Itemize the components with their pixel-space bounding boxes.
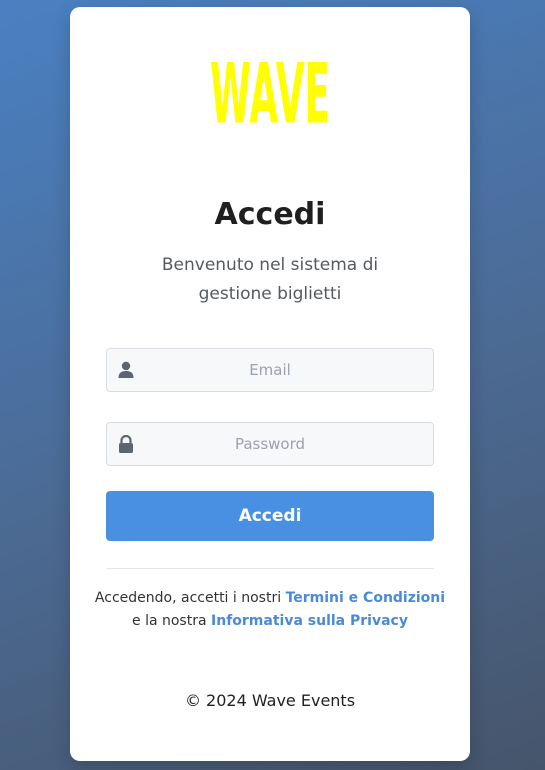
copyright-footer: © 2024 Wave Events	[184, 691, 356, 710]
wave-logo: WAVE	[210, 48, 330, 129]
terms-middle: e la nostra	[132, 613, 212, 629]
page-title: Accedi	[214, 197, 326, 232]
page-subtitle: Benvenuto nel sistema di gestione biglie…	[161, 255, 379, 304]
email-field	[106, 348, 434, 392]
divider	[106, 568, 434, 569]
login-button[interactable]: Accedi	[106, 491, 434, 541]
terms-link[interactable]: Termini e Condizioni	[286, 590, 446, 606]
password-field	[106, 422, 434, 466]
terms-notice: Accedendo, accetti i nostri Termini e Co…	[90, 587, 450, 633]
lock-icon	[119, 435, 133, 453]
terms-prefix: Accedendo, accetti i nostri	[94, 590, 286, 606]
logo-text: WAVE	[210, 48, 330, 129]
privacy-link[interactable]: Informativa sulla Privacy	[211, 613, 408, 629]
login-card: WAVE Accedi Benvenuto nel sistema di ges…	[70, 7, 470, 761]
password-input[interactable]	[141, 423, 399, 465]
email-input[interactable]	[141, 349, 399, 391]
user-icon	[118, 361, 134, 378]
